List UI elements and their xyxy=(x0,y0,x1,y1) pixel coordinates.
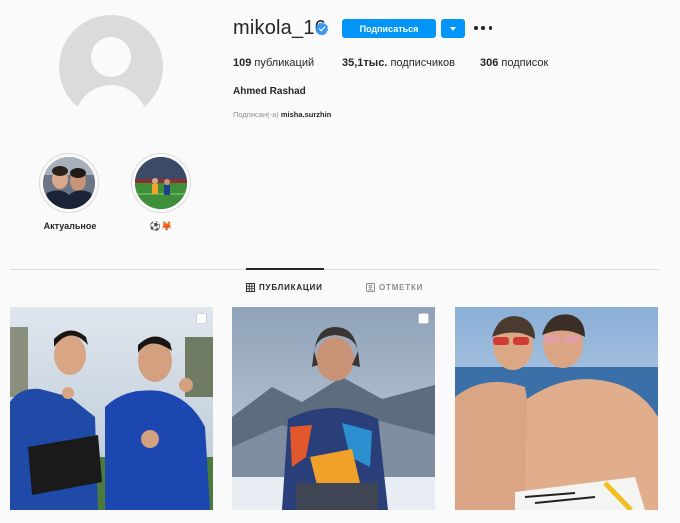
profile-full-name: Ahmed Rashad xyxy=(233,86,306,97)
followed-by-user-link[interactable]: misha.surzhin xyxy=(281,110,331,119)
following-stat[interactable]: 306 подписок xyxy=(480,57,548,69)
post-thumbnail[interactable] xyxy=(232,307,435,510)
grid-icon xyxy=(246,283,255,292)
highlight-thumbnail xyxy=(135,157,187,209)
followers-label: подписчиков xyxy=(390,57,455,69)
dot-icon xyxy=(488,26,492,30)
tab-tagged-label: ОТМЕТКИ xyxy=(379,283,424,292)
multiple-posts-icon xyxy=(196,313,207,324)
followers-count: 35,1тыс. xyxy=(342,57,388,69)
highlight-label: ⚽🦊 xyxy=(149,221,173,231)
highlight-thumbnail xyxy=(43,157,95,209)
post-image-training xyxy=(10,307,213,510)
following-label: подписок xyxy=(501,57,549,69)
chevron-down-icon xyxy=(450,26,456,31)
active-tab-indicator xyxy=(246,268,324,270)
profile-avatar[interactable] xyxy=(59,15,163,119)
posts-label: публикаций xyxy=(254,57,315,69)
profile-username: mikola_16 xyxy=(233,17,326,39)
suggested-dropdown-button[interactable] xyxy=(441,19,465,38)
dot-icon xyxy=(474,26,478,30)
posts-count: 109 xyxy=(233,57,252,69)
tab-posts-label: ПУБЛИКАЦИИ xyxy=(259,283,323,292)
followers-stat[interactable]: 35,1тыс. подписчиков xyxy=(342,57,455,69)
highlight-photo-stadium xyxy=(135,157,187,209)
post-image-mountains xyxy=(232,307,435,510)
highlight-football[interactable] xyxy=(131,153,191,213)
highlight-label: Актуальное xyxy=(43,221,97,231)
followed-by-text: Подписан(-а) misha.surzhin xyxy=(233,110,331,119)
posts-stat: 109 публикаций xyxy=(233,57,314,69)
tagged-person-icon xyxy=(366,283,375,292)
verified-badge-icon xyxy=(315,22,329,36)
following-count: 306 xyxy=(480,57,499,69)
tab-posts[interactable]: ПУБЛИКАЦИИ xyxy=(246,283,323,292)
tab-tagged[interactable]: ОТМЕТКИ xyxy=(366,283,423,292)
more-options-button[interactable] xyxy=(474,20,492,36)
follow-button[interactable]: Подписаться xyxy=(342,19,436,38)
multiple-posts-icon xyxy=(418,313,429,324)
followed-by-prefix: Подписан(-а) xyxy=(233,110,279,119)
post-thumbnail[interactable] xyxy=(10,307,213,510)
highlight-actual[interactable] xyxy=(39,153,99,213)
dot-icon xyxy=(481,26,485,30)
tabs-divider xyxy=(10,269,659,270)
avatar-placeholder-head xyxy=(91,37,131,77)
avatar-placeholder-body xyxy=(75,85,147,119)
post-thumbnail[interactable] xyxy=(455,307,658,510)
highlight-photo-two-men xyxy=(43,157,95,209)
post-image-beach xyxy=(455,307,658,510)
